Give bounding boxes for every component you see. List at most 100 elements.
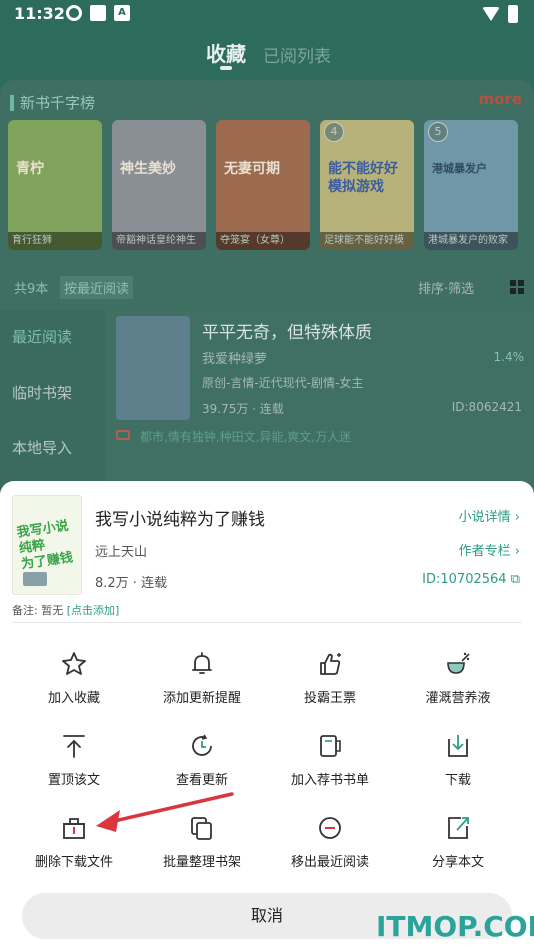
rank-book-caption: 帝豁神话皇纶神生	[112, 232, 206, 250]
rank-book-cover[interactable]: 5 港城暴发户 港城暴发户的败家	[424, 120, 518, 250]
book-cover	[116, 316, 190, 420]
sort-filter-button[interactable]: 排序·筛选	[418, 278, 474, 297]
rank-book-cover[interactable]: 4 能不能好好 模拟游戏 足球能不能好好模	[320, 120, 414, 250]
pin-top-icon	[63, 735, 85, 758]
laptop-illustration	[23, 572, 47, 586]
action-grid: 加入收藏 添加更新提醒 投霸王票 灌溉营养液 置顶该文 查看更新 加入荐书书单	[0, 643, 534, 889]
rank-book-cover-text: 港城暴发户	[432, 162, 487, 175]
batch-shelf-button[interactable]: 批量整理书架	[138, 813, 266, 881]
rank-header-bar	[10, 94, 14, 111]
download-button[interactable]: 下载	[394, 731, 522, 799]
book-title: 平平无奇，但特殊体质	[202, 323, 372, 343]
tab-favorites[interactable]: 收藏	[206, 38, 246, 67]
add-update-reminder-button[interactable]: 添加更新提醒	[138, 649, 266, 717]
action-label: 移出最近阅读	[290, 855, 369, 870]
book-word-count: 39.75万 · 连载	[202, 402, 284, 416]
chevron-right-icon: ›	[514, 510, 520, 525]
book-genre-tags: 原创-言情-近代现代-剧情-女主	[202, 376, 364, 390]
side-nav-temp-shelf[interactable]: 临时书架	[12, 382, 72, 403]
rank-book-caption: 育行狂狮	[8, 232, 102, 250]
action-label: 下载	[444, 773, 471, 788]
book-progress: 1.4%	[493, 350, 525, 364]
add-note-link[interactable]: [点击添加]	[67, 604, 120, 617]
book-author: 我爱种绿萝	[202, 352, 268, 367]
batch-shelf-icon	[191, 817, 212, 840]
rank-book-cover[interactable]: 神生美妙 帝豁神话皇纶神生	[112, 120, 206, 250]
book-id: ID:8062421	[451, 400, 522, 414]
book-id-label: ID:10702564	[422, 572, 507, 587]
book-count: 共9本	[14, 282, 49, 297]
more-link[interactable]: more	[478, 90, 522, 108]
tab-active-indicator	[220, 66, 232, 70]
grid-view-icon[interactable]	[510, 280, 524, 294]
share-button[interactable]: 分享本文	[394, 813, 522, 881]
novel-detail-label: 小说详情	[458, 510, 511, 525]
side-nav-recent[interactable]: 最近阅读	[12, 326, 72, 347]
thumbs-up-icon	[320, 653, 341, 675]
bell-icon	[192, 652, 212, 674]
tab-read-list[interactable]: 已阅列表	[263, 42, 331, 67]
action-label: 添加更新提醒	[162, 691, 241, 706]
delete-download-icon	[63, 818, 85, 839]
rank-book-caption: 足球能不能好好模	[320, 232, 414, 250]
rank-title: 新书千字榜	[20, 94, 96, 112]
wifi-icon	[482, 7, 500, 21]
rank-number: 5	[428, 122, 448, 142]
book-action-sheet: 我写小说 纯粹 为了赚钱 我写小说纯粹为了赚钱 远上天山 8.2万 · 连载 小说详…	[0, 481, 534, 950]
sheet-book-cover: 我写小说 纯粹 为了赚钱	[12, 495, 82, 595]
sync-icon	[66, 5, 82, 21]
watering-icon	[447, 652, 470, 674]
share-icon	[448, 817, 469, 839]
rank-book-list: 青柠 育行狂狮 神生美妙 帝豁神话皇纶神生 无妻可期 夺笼宴（女尊） 4 能不能…	[6, 116, 534, 252]
action-label: 批量整理书架	[162, 855, 241, 870]
action-label: 加入荐书书单	[290, 773, 369, 788]
irrigate-nutrient-button[interactable]: 灌溉营养液	[394, 649, 522, 717]
sort-recent-button[interactable]: 按最近阅读	[60, 276, 134, 299]
pin-top-button[interactable]: 置顶该文	[10, 731, 138, 799]
add-to-booklist-button[interactable]: 加入荐书书单	[266, 731, 394, 799]
status-time: 11:32	[14, 4, 65, 23]
sheet-divider	[12, 622, 522, 623]
refresh-icon	[192, 734, 212, 756]
status-system-icons	[482, 5, 518, 23]
rank-book-caption: 港城暴发户的败家	[424, 232, 518, 250]
copy-icon: ⧉	[510, 572, 520, 587]
filter-row: 共9本 按最近阅读 排序·筛选	[0, 272, 534, 302]
check-update-button[interactable]: 查看更新	[138, 731, 266, 799]
remove-recent-icon	[319, 817, 341, 839]
chevron-right-icon: ›	[514, 544, 520, 559]
rank-book-cover[interactable]: 无妻可期 夺笼宴（女尊）	[216, 120, 310, 250]
rank-book-cover[interactable]: 青柠 育行狂狮	[8, 120, 102, 250]
sheet-book-stats: 8.2万 · 连载	[95, 576, 168, 591]
square-icon	[90, 5, 106, 21]
book-id-copy[interactable]: ID:10702564 ⧉	[422, 572, 520, 587]
action-label: 置顶该文	[47, 773, 100, 788]
side-nav-local-import[interactable]: 本地导入	[12, 437, 72, 458]
action-label: 灌溉营养液	[425, 691, 491, 706]
star-icon	[62, 652, 86, 675]
battery-icon	[508, 5, 518, 23]
action-label: 分享本文	[431, 855, 484, 870]
rank-book-cover-text: 能不能好好 模拟游戏	[328, 161, 398, 195]
add-favorite-button[interactable]: 加入收藏	[10, 649, 138, 717]
sheet-book-author: 远上天山	[95, 545, 148, 560]
download-icon	[448, 735, 468, 757]
remove-recent-button[interactable]: 移出最近阅读	[266, 813, 394, 881]
side-nav: 最近阅读 临时书架 本地导入	[0, 310, 106, 510]
status-notification-icons: A	[66, 5, 130, 21]
tag-icon	[116, 430, 130, 440]
novel-detail-link[interactable]: 小说详情 ›	[459, 506, 520, 525]
vote-ticket-button[interactable]: 投霸王票	[266, 649, 394, 717]
action-label: 投霸王票	[303, 691, 356, 706]
rank-book-cover-text: 无妻可期	[224, 161, 280, 177]
booklist-icon	[320, 735, 341, 757]
author-column-link[interactable]: 作者专栏 ›	[459, 540, 520, 559]
book-labels: 都市,情有独钟,种田文,异能,爽文,万人迷	[140, 430, 352, 444]
book-list-item[interactable]: 平平无奇，但特殊体质 我爱种绿萝 1.4% 原创-言情-近代现代-剧情-女主 3…	[106, 310, 534, 490]
status-bar: 11:32 A	[0, 0, 534, 30]
top-tabs: 收藏 已阅列表	[0, 36, 534, 76]
rank-book-cover-text: 神生美妙	[120, 161, 176, 177]
delete-download-button[interactable]: 删除下载文件	[10, 813, 138, 881]
action-label: 删除下载文件	[34, 855, 113, 870]
rank-number: 4	[324, 122, 344, 142]
